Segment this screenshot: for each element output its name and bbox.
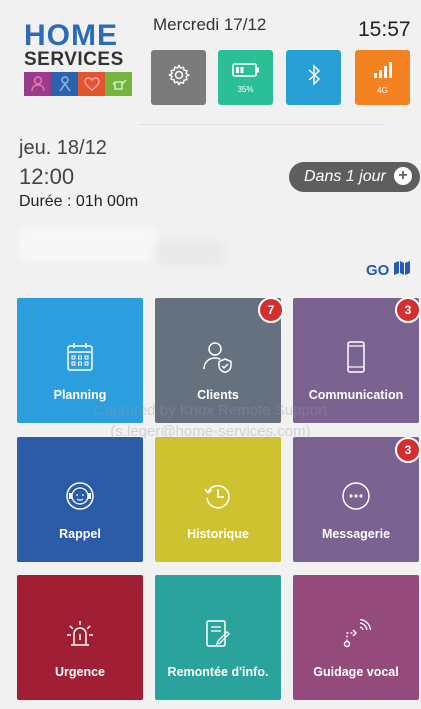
header-divider <box>140 124 383 125</box>
battery-status[interactable]: 35% <box>218 50 273 105</box>
tile-label: Messagerie <box>321 527 391 541</box>
voice-guidance-icon <box>341 617 371 651</box>
watermark-line2: (s.leger@home-services.com) <box>110 423 311 440</box>
calendar-icon <box>66 340 94 374</box>
network-type: 4G <box>377 85 388 95</box>
map-icon <box>393 260 411 280</box>
history-icon <box>203 479 233 513</box>
plus-icon: + <box>394 167 412 185</box>
countdown-label: Dans 1 jour <box>304 168 386 185</box>
headset-icon <box>65 479 95 513</box>
signal-icon <box>372 61 394 84</box>
countdown-button[interactable]: Dans 1 jour + <box>289 162 420 192</box>
network-status[interactable]: 4G <box>355 50 410 105</box>
logo-services-text: SERVICES <box>24 49 124 70</box>
chat-icon <box>341 479 371 513</box>
current-date: Mercredi 17/12 <box>153 15 267 34</box>
tile-label: Historique <box>187 527 249 541</box>
tile-guidage-vocal[interactable]: Guidage vocal <box>293 575 419 700</box>
tile-historique[interactable]: Historique <box>155 437 281 562</box>
bluetooth-icon <box>306 63 322 92</box>
appointment-time: 12:00 <box>19 164 75 189</box>
appointment-duration: Durée : 01h 00m <box>19 193 139 210</box>
current-time: 15:57 <box>358 18 411 41</box>
tile-label: Remontée d'info. <box>167 665 269 679</box>
battery-level: 35% <box>237 84 254 94</box>
settings-button[interactable] <box>151 50 206 105</box>
tile-rappel[interactable]: Rappel <box>17 437 143 562</box>
appointment-day: jeu. 18/12 <box>19 137 107 159</box>
tile-label: Urgence <box>54 665 106 679</box>
clients-badge: 7 <box>258 297 284 323</box>
watermark-line1: Captured by Knox Remote Support <box>93 402 328 419</box>
logo-child-icon <box>51 72 78 96</box>
redacted-address <box>18 228 158 262</box>
communication-badge: 3 <box>395 297 421 323</box>
logo-watering-can-icon <box>105 72 132 96</box>
tile-remontee-info[interactable]: Remontée d'info. <box>155 575 281 700</box>
smartphone-icon <box>346 340 366 374</box>
go-label: GO <box>366 261 390 279</box>
go-map-button[interactable]: GO <box>366 260 411 280</box>
remote-support-watermark: Captured by Knox Remote Support (s.leger… <box>0 400 421 442</box>
logo-heart-icon <box>78 72 105 96</box>
tile-label: Guidage vocal <box>313 665 399 679</box>
logo-person-icon <box>24 72 51 96</box>
home-services-logo: HOME SERVICES <box>24 19 132 96</box>
tile-label: Rappel <box>59 527 101 541</box>
logo-icons <box>24 72 132 96</box>
edit-document-icon <box>204 617 232 651</box>
logo-home-text: HOME <box>24 19 118 52</box>
redacted-address-detail <box>155 240 225 266</box>
alarm-icon <box>65 617 95 651</box>
battery-icon <box>231 62 260 83</box>
bluetooth-button[interactable] <box>286 50 341 105</box>
gear-icon <box>167 63 191 92</box>
user-shield-icon <box>203 340 233 374</box>
tile-urgence[interactable]: Urgence <box>17 575 143 700</box>
